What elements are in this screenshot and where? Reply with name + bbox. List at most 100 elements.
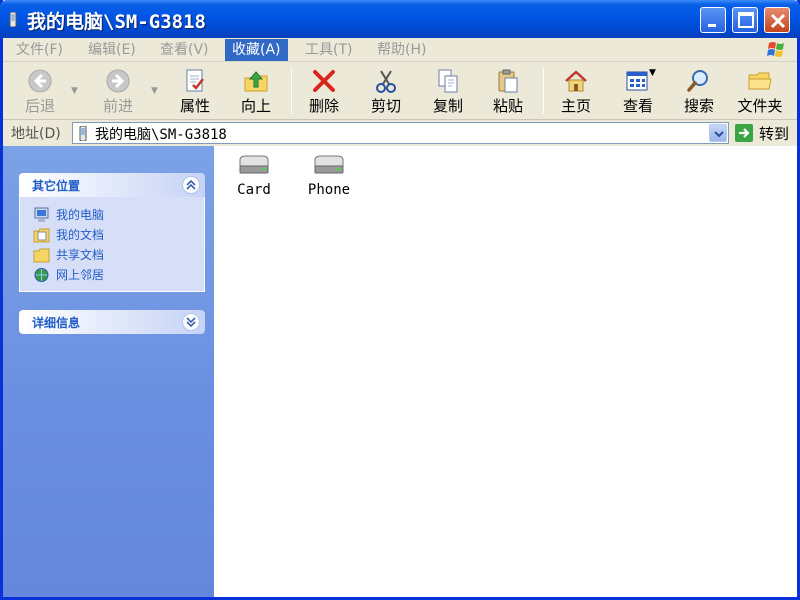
minimize-icon [708,24,716,27]
delete-button[interactable]: 删除 [303,66,345,116]
paste-button[interactable]: 粘贴 [487,66,529,116]
menu-edit[interactable]: 编辑(E) [81,39,143,61]
view-label: 查看 [622,97,653,115]
details-header[interactable]: 详细信息 [19,310,205,334]
go-button[interactable]: 转到 [735,123,795,143]
folders-button[interactable]: 文件夹 [733,66,787,116]
toolbar-separator [291,68,292,114]
up-button[interactable]: 向上 [235,66,277,116]
menu-file[interactable]: 文件(F) [9,39,70,61]
window-title: 我的电脑\SM-G3818 [27,11,206,33]
minimize-button[interactable] [700,7,726,33]
details-panel: 详细信息 [19,310,205,334]
place-label: 我的电脑 [56,208,105,222]
up-label: 向上 [240,97,271,115]
other-places-header[interactable]: 其它位置 [19,173,205,197]
address-label: 地址(D) [11,126,61,142]
delete-x-icon [313,70,335,92]
place-label: 网上邻居 [56,268,105,282]
copy-label: 复制 [432,97,463,115]
copy-icon [438,69,458,93]
address-dropdown-button[interactable] [709,124,727,142]
other-places-panel: 其它位置 我的电脑 我的文档 共享文档 网上邻居 [19,173,205,292]
place-label: 我的文档 [56,228,105,242]
home-icon [565,70,587,92]
search-icon [687,70,708,92]
home-label: 主页 [560,97,591,115]
removable-drive-icon [314,155,344,174]
drive-label: Card [237,182,271,198]
search-label: 搜索 [683,97,714,115]
place-shared-documents[interactable]: 共享文档 [20,245,204,265]
forward-label: 前进 [102,97,133,115]
collapse-button[interactable] [182,176,200,194]
explorer-window: 我的电脑\SM-G3818 文件(F) 编辑(E) 查看(V) 收藏(A) 工具… [0,0,800,600]
back-dropdown-icon[interactable]: ▼ [71,86,78,96]
paste-label: 粘贴 [492,97,523,115]
address-value: 我的电脑\SM-G3818 [95,127,227,143]
maximize-button[interactable] [732,7,758,33]
forward-button[interactable]: 前进 [95,66,141,116]
folders-label: 文件夹 [737,97,783,115]
menu-help[interactable]: 帮助(H) [370,39,433,61]
documents-folder-icon [33,228,50,243]
network-globe-icon [34,268,49,282]
scissors-icon [376,70,396,93]
place-my-documents[interactable]: 我的文档 [20,225,204,245]
place-my-computer[interactable]: 我的电脑 [20,205,204,225]
menu-view[interactable]: 查看(V) [153,39,216,61]
computer-icon [34,207,49,222]
drive-item-phone[interactable]: Phone [294,154,364,198]
forward-dropdown-icon[interactable]: ▼ [151,86,158,96]
go-arrow-icon [735,124,753,142]
address-input[interactable]: 我的电脑\SM-G3818 [72,122,729,144]
forward-arrow-icon [106,69,130,93]
folder-icon [748,72,772,90]
expand-button[interactable] [182,313,200,331]
home-button[interactable]: 主页 [555,66,597,116]
properties-icon [186,69,204,92]
removable-drive-icon [239,155,269,174]
menu-bar: 文件(F) 编辑(E) 查看(V) 收藏(A) 工具(T) 帮助(H) [3,38,797,62]
properties-button[interactable]: 属性 [173,66,217,116]
go-label: 转到 [759,125,790,143]
toolbar: 后退 ▼ 前进 ▼ 属性 向上 删除 剪切 复制 粘贴 主页 查看 ▼ 搜索 文… [3,62,797,120]
properties-label: 属性 [179,97,210,115]
other-places-title: 其它位置 [32,179,81,193]
chevron-down-icon [714,131,724,138]
folder-up-icon [244,71,268,92]
view-dropdown-icon[interactable]: ▼ [649,68,656,78]
drive-label: Phone [307,182,351,198]
cut-button[interactable]: 剪切 [365,66,407,116]
back-arrow-icon [28,69,52,93]
shared-folder-icon [33,248,50,263]
search-button[interactable]: 搜索 [679,66,719,116]
address-bar: 地址(D) 我的电脑\SM-G3818 转到 [3,121,797,145]
place-network[interactable]: 网上邻居 [20,265,204,285]
device-icon [79,126,87,141]
drive-item-card[interactable]: Card [219,154,289,198]
close-icon [770,13,786,29]
chevron-down-icon [186,317,196,328]
delete-label: 删除 [308,97,339,115]
maximize-icon [738,12,754,28]
other-places-list: 我的电脑 我的文档 共享文档 网上邻居 [19,197,205,292]
back-button[interactable]: 后退 [17,66,63,116]
place-label: 共享文档 [56,248,105,262]
details-title: 详细信息 [32,316,81,330]
close-button[interactable] [764,7,790,33]
title-bar[interactable]: 我的电脑\SM-G3818 [0,0,800,38]
paste-icon [498,69,518,93]
device-icon [9,12,17,27]
toolbar-separator [543,68,544,114]
task-pane: 其它位置 我的电脑 我的文档 共享文档 网上邻居 详细信息 [3,146,214,597]
view-grid-icon [626,71,648,91]
menu-tools[interactable]: 工具(T) [298,39,359,61]
chevron-up-icon [186,179,196,190]
windows-logo-icon [761,39,791,61]
file-view: Card Phone [214,146,797,597]
copy-button[interactable]: 复制 [427,66,469,116]
back-label: 后退 [24,97,55,115]
menu-favorites[interactable]: 收藏(A) [225,39,288,61]
cut-label: 剪切 [370,97,401,115]
